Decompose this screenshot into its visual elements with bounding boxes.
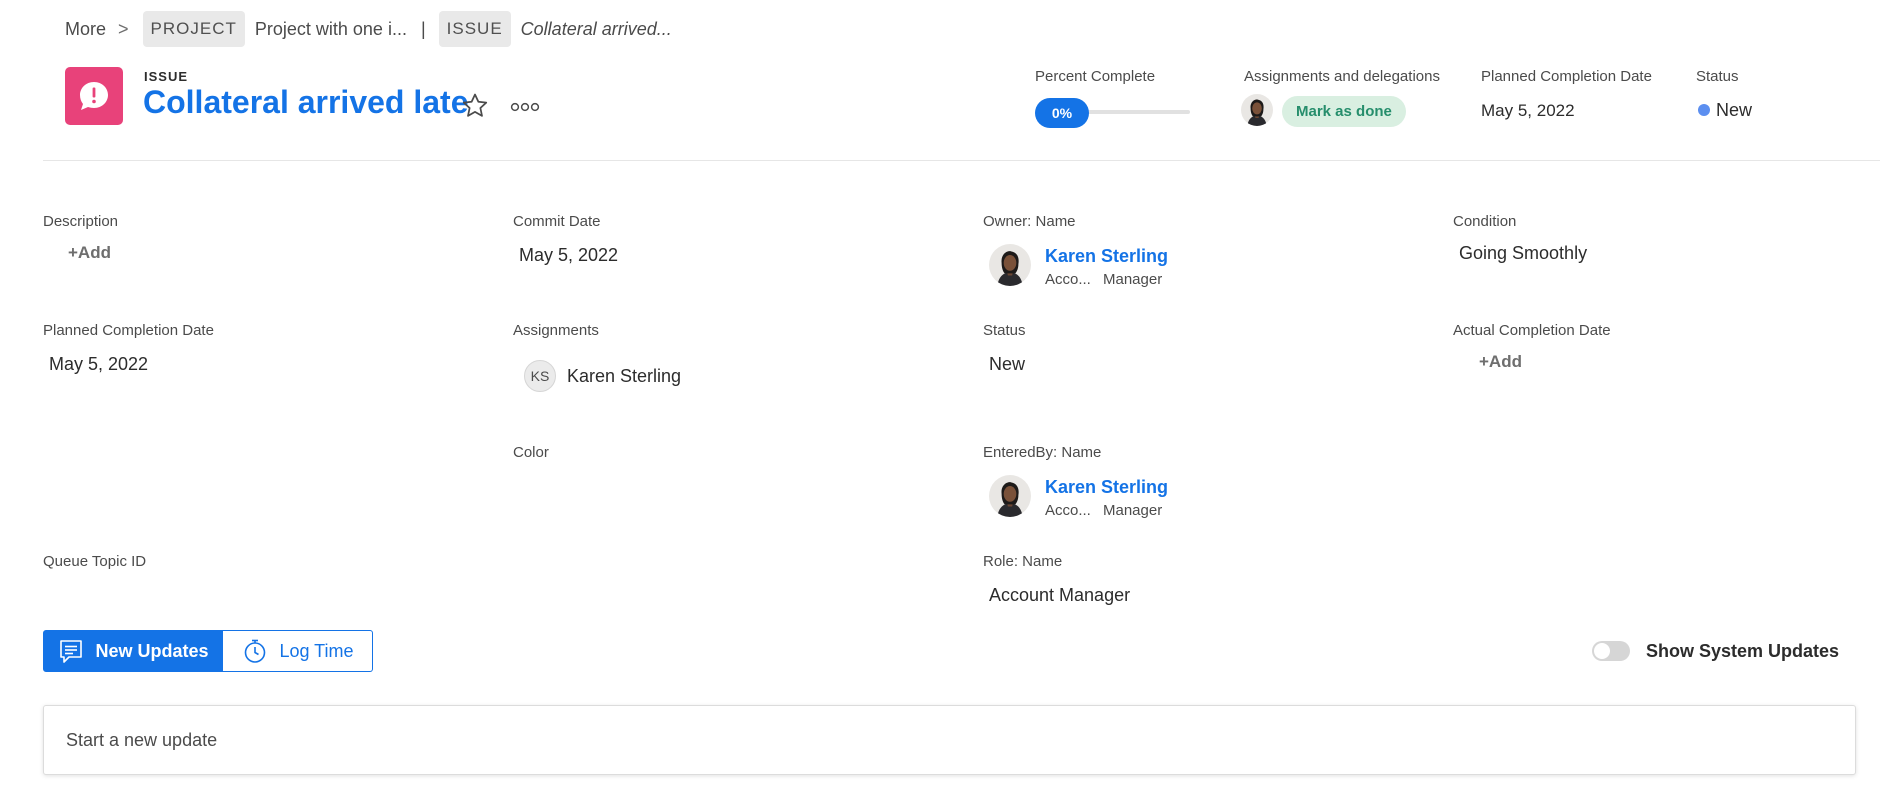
breadcrumb: More > PROJECT Project with one i... | I…: [65, 10, 672, 48]
entered-by-label: EnteredBy: Name: [983, 444, 1102, 461]
status-header-label: Status: [1696, 68, 1739, 85]
avatar: [989, 475, 1031, 517]
toggle-knob: [1594, 643, 1610, 659]
entered-by-name-link[interactable]: Karen Sterling: [1045, 477, 1168, 498]
role-label: Role: Name: [983, 553, 1063, 570]
assignments-delegations-label: Assignments and delegations: [1244, 68, 1440, 85]
show-system-updates-label: Show System Updates: [1646, 641, 1840, 661]
more-options-icon[interactable]: [510, 100, 540, 112]
entered-by-role-short: Acco...: [1045, 502, 1091, 519]
new-update-placeholder: Start a new update: [66, 730, 218, 750]
issue-exclamation-icon: [65, 67, 123, 125]
condition-label: Condition: [1453, 213, 1517, 230]
breadcrumb-issue-name: Collateral arrived...: [520, 18, 672, 39]
status-label: Status: [983, 322, 1026, 339]
assignee-initials-avatar: KS: [524, 360, 556, 392]
owner-name-link[interactable]: Karen Sterling: [1045, 246, 1168, 267]
planned-completion-label: Planned Completion Date: [43, 322, 214, 339]
owner-role-short: Acco...: [1045, 271, 1091, 288]
actual-completion-label: Actual Completion Date: [1453, 322, 1611, 339]
new-updates-label: New Updates: [95, 640, 209, 661]
description-label: Description: [43, 213, 119, 230]
condition-value[interactable]: Going Smoothly: [1459, 243, 1587, 264]
planned-completion-header-label: Planned Completion Date: [1481, 68, 1652, 85]
assignments-label: Assignments: [513, 322, 599, 339]
avatar: [989, 244, 1031, 286]
actual-completion-add-button[interactable]: +Add: [1479, 352, 1522, 372]
favorite-star-icon[interactable]: [460, 91, 490, 121]
breadcrumb-chevron: >: [118, 18, 129, 39]
comment-list-icon: [60, 640, 83, 663]
issue-type-label: ISSUE: [144, 69, 189, 84]
entered-by-role-title: Manager: [1103, 502, 1163, 519]
status-value[interactable]: New: [989, 354, 1025, 375]
description-add-button[interactable]: +Add: [68, 243, 111, 263]
assignee-name[interactable]: Karen Sterling: [567, 366, 681, 387]
breadcrumb-separator: |: [420, 18, 426, 39]
color-label: Color: [513, 444, 549, 461]
role-value[interactable]: Account Manager: [989, 585, 1130, 606]
queue-topic-label: Queue Topic ID: [43, 553, 147, 570]
percent-complete-label: Percent Complete: [1035, 68, 1156, 85]
planned-completion-value[interactable]: May 5, 2022: [49, 354, 148, 375]
page-title[interactable]: Collateral arrived late: [143, 84, 468, 121]
breadcrumb-project-tag: PROJECT: [142, 11, 245, 47]
header-divider: [43, 160, 1880, 161]
owner-label: Owner: Name: [983, 213, 1076, 230]
mark-as-done-button[interactable]: Mark as done: [1282, 96, 1406, 127]
planned-completion-header-value[interactable]: May 5, 2022: [1481, 101, 1575, 121]
owner-role-title: Manager: [1103, 271, 1163, 288]
avatar[interactable]: [1241, 94, 1273, 126]
new-update-input[interactable]: Start a new update: [43, 705, 1856, 775]
status-dot-icon: [1698, 104, 1710, 116]
new-updates-button[interactable]: New Updates: [43, 630, 223, 672]
breadcrumb-more[interactable]: More: [65, 19, 106, 40]
status-badge[interactable]: New: [1716, 100, 1752, 121]
breadcrumb-project-link[interactable]: Project with one i...: [255, 19, 407, 40]
stopwatch-icon: [245, 639, 266, 663]
show-system-updates-toggle[interactable]: [1592, 641, 1630, 661]
log-time-label: Log Time: [279, 640, 354, 661]
commit-date-label: Commit Date: [513, 213, 601, 230]
log-time-button[interactable]: Log Time: [223, 630, 373, 672]
update-mode-switcher: New Updates Log Time: [43, 630, 373, 672]
commit-date-value[interactable]: May 5, 2022: [519, 245, 618, 266]
percent-complete-value[interactable]: 0%: [1035, 98, 1089, 128]
breadcrumb-issue-tag: ISSUE: [438, 11, 511, 47]
